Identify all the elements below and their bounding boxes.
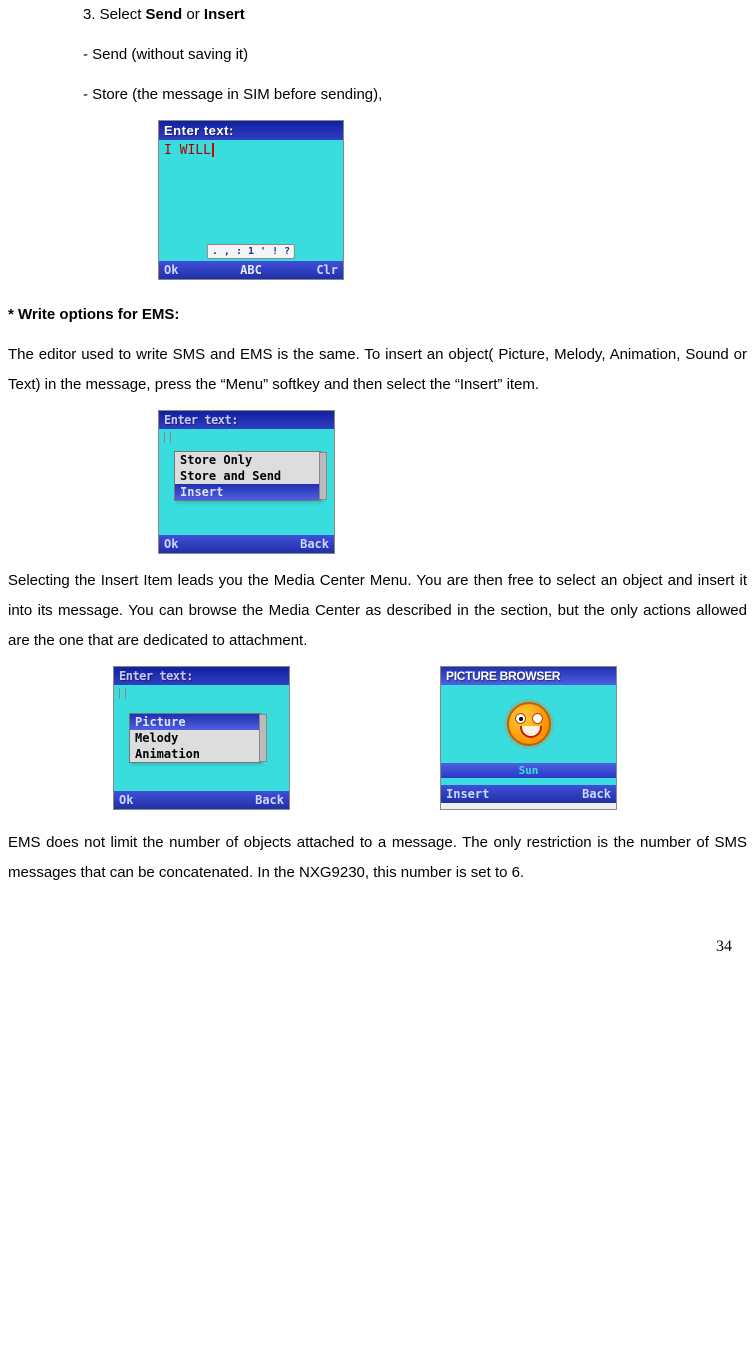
picture-name-bar: Sun (441, 763, 616, 778)
phone-title: Enter text: (159, 121, 343, 140)
softkey-bar: Insert Back (441, 785, 616, 803)
cursor-icon (164, 432, 171, 443)
menu-item-picture[interactable]: Picture (130, 714, 260, 730)
softkey-bar: Ok Back (159, 535, 334, 553)
softkey-clr[interactable]: Clr (298, 263, 338, 277)
phone-mockup-store-insert-menu: Enter text: Store Only Store and Send In… (158, 410, 335, 554)
menu-item-store-and-send[interactable]: Store and Send (175, 468, 320, 484)
softkey-back[interactable]: Back (571, 787, 611, 801)
input-mode-pill: . , : 1 ' ! ? (207, 244, 295, 259)
text-cursor-icon (212, 143, 214, 157)
bullet-send: - Send (without saving it) (83, 40, 747, 70)
phone-title: Enter text: (159, 411, 334, 429)
heading-write-options-ems: * Write options for EMS: (8, 300, 747, 330)
page-number: 34 (8, 938, 747, 956)
menu-popup: Store Only Store and Send Insert (174, 451, 321, 501)
menu-item-insert[interactable]: Insert (175, 484, 320, 500)
menu-item-animation[interactable]: Animation (130, 746, 260, 762)
typed-text: I WILL (164, 143, 211, 158)
para-editor-insert: The editor used to write SMS and EMS is … (8, 340, 747, 400)
softkey-insert[interactable]: Insert (446, 787, 486, 801)
scrollbar-icon[interactable] (259, 714, 267, 762)
softkey-bar: Ok ABC Clr (159, 261, 343, 279)
phone-title: Enter text: (114, 667, 289, 685)
para-ems-limit: EMS does not limit the number of objects… (8, 828, 747, 888)
softkey-ok[interactable]: Ok (164, 263, 204, 277)
menu-popup: Picture Melody Animation (129, 713, 261, 763)
softkey-bar: Ok Back (114, 791, 289, 809)
softkey-back[interactable]: Back (244, 793, 284, 807)
step3-line: 3. Select Send or Insert (83, 0, 747, 30)
phone-title: PICTURE BROWSER (441, 667, 616, 685)
bullet-store: - Store (the message in SIM before sendi… (83, 80, 747, 110)
scrollbar-icon[interactable] (319, 452, 327, 500)
menu-item-melody[interactable]: Melody (130, 730, 260, 746)
softkey-mode-abc[interactable]: ABC (204, 263, 298, 277)
para-selecting-insert: Selecting the Insert Item leads you the … (8, 566, 747, 656)
softkey-back[interactable]: Back (289, 537, 329, 551)
sun-smiley-icon (507, 702, 551, 746)
softkey-ok[interactable]: Ok (119, 793, 159, 807)
phone-mockup-enter-text-typing: Enter text: I WILL . , : 1 ' ! ? Ok ABC … (158, 120, 344, 280)
cursor-icon (119, 688, 126, 699)
softkey-ok[interactable]: Ok (164, 537, 204, 551)
menu-item-store-only[interactable]: Store Only (175, 452, 320, 468)
phone-mockup-picture-browser: PICTURE BROWSER Sun Insert Back (440, 666, 617, 810)
phone-mockup-media-type-menu: Enter text: Picture Melody Animation Ok … (113, 666, 290, 810)
